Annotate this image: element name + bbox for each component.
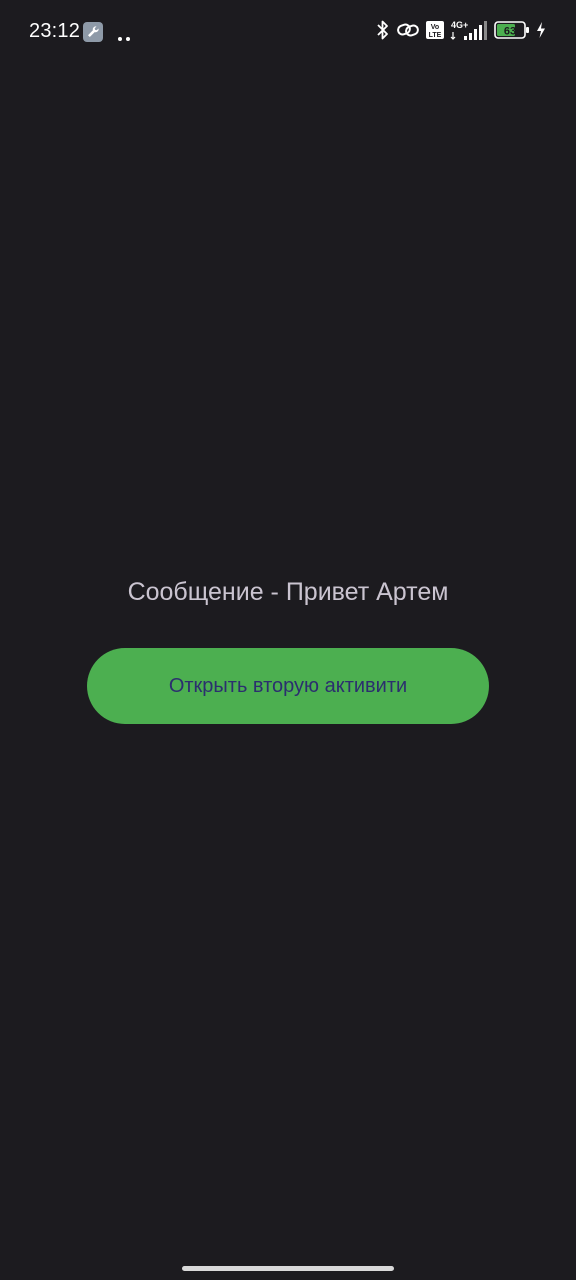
link-icon: [396, 21, 420, 44]
wrench-icon: [83, 22, 103, 42]
open-second-activity-button[interactable]: Открыть вторую активити: [87, 648, 489, 724]
svg-text:63: 63: [504, 25, 516, 37]
bluetooth-icon: [376, 19, 390, 46]
battery-icon: 63: [494, 20, 530, 44]
status-time: 23:12: [29, 20, 81, 42]
svg-text:LTE: LTE: [429, 32, 442, 39]
charging-icon: [536, 21, 546, 43]
status-bar: 23:12 Vo LTE 4G+ 63: [0, 0, 576, 64]
signal-icon: 4G+: [450, 19, 488, 46]
svg-text:4G+: 4G+: [451, 20, 468, 30]
svg-text:Vo: Vo: [431, 24, 439, 31]
volte-icon: Vo LTE: [426, 20, 444, 44]
message-text: Сообщение - Привет Артем: [127, 578, 449, 606]
status-icons: Vo LTE 4G+ 63: [376, 20, 546, 44]
home-indicator[interactable]: [182, 1266, 394, 1271]
dots-icon: [117, 29, 131, 41]
